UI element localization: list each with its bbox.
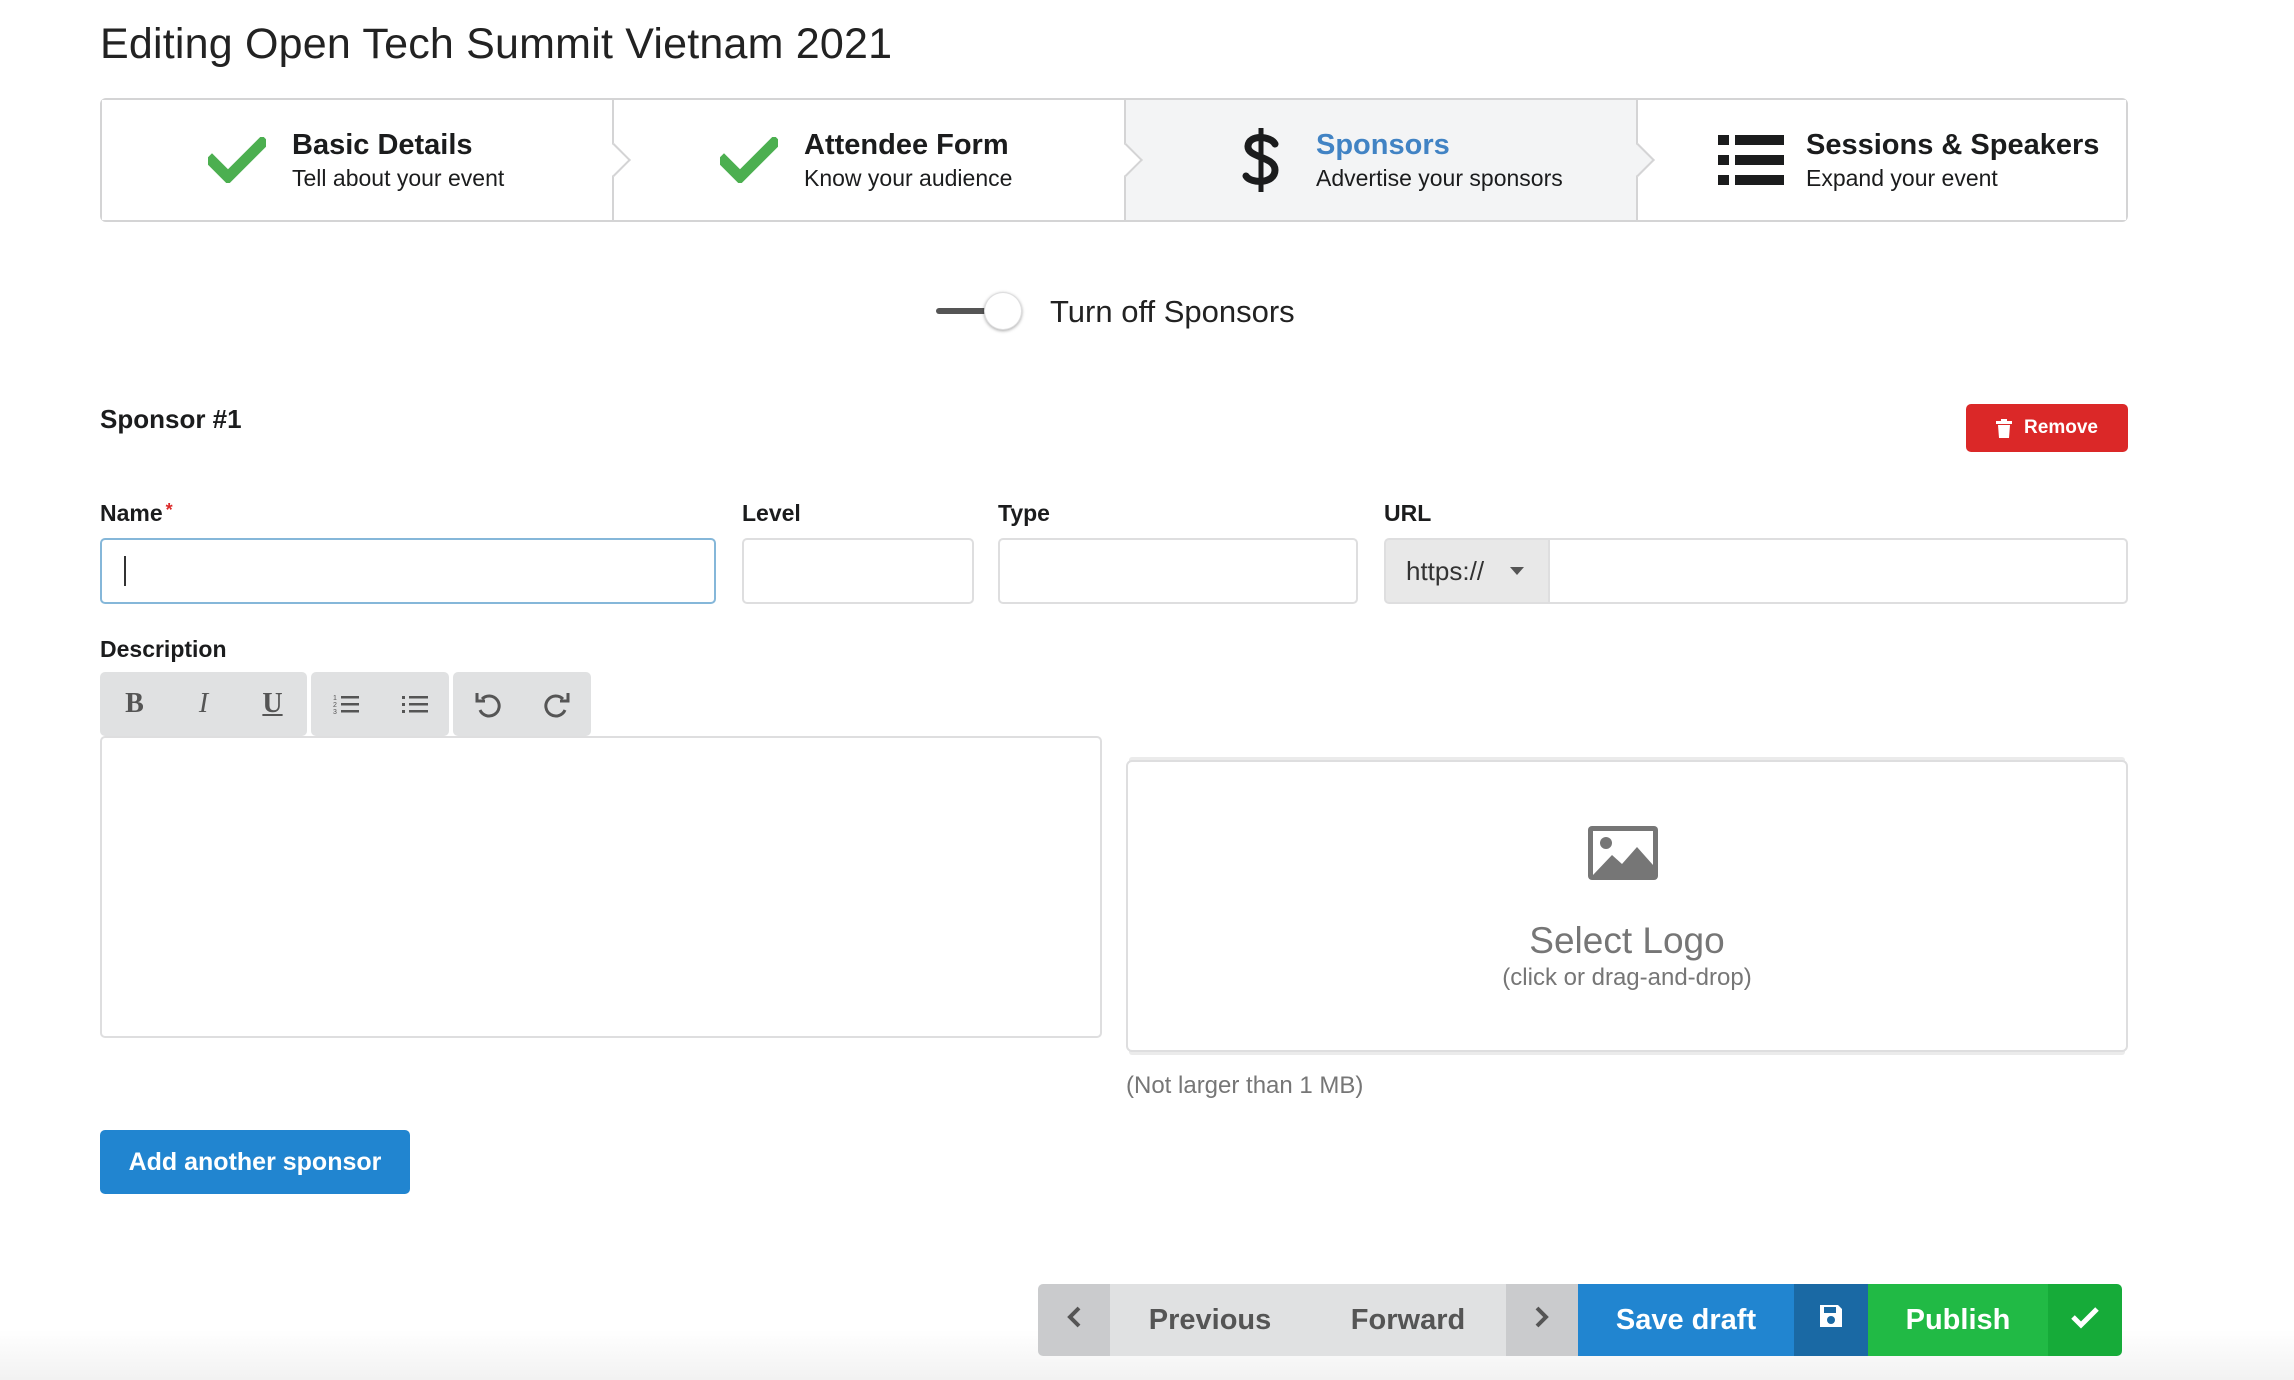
add-sponsor-button[interactable]: Add another sponsor — [100, 1130, 410, 1194]
check-icon — [714, 125, 784, 195]
step-title: Sponsors — [1316, 129, 1450, 161]
logo-size-note: (Not larger than 1 MB) — [1126, 1072, 1364, 1099]
select-logo-subtitle: (click or drag-and-drop) — [1502, 964, 1752, 991]
chevron-right-icon — [1534, 1304, 1550, 1337]
remove-sponsor-button[interactable]: Remove — [1966, 404, 2128, 452]
step-sessions-speakers[interactable]: Sessions & Speakers Expand your event — [1636, 100, 2126, 220]
save-draft-button[interactable]: Save draft — [1578, 1284, 1794, 1356]
url-label: URL — [1384, 500, 1432, 526]
redo-icon[interactable] — [522, 672, 591, 736]
type-label: Type — [998, 500, 1050, 526]
svg-text:3: 3 — [333, 709, 337, 715]
step-description: Tell about your event — [292, 165, 505, 191]
step-description: Know your audience — [804, 165, 1013, 191]
logo-dropzone[interactable]: Select Logo (click or drag-and-drop) — [1126, 760, 2128, 1052]
level-label: Level — [742, 500, 801, 526]
save-icon-button[interactable] — [1794, 1284, 1868, 1356]
publish-button[interactable]: Publish — [1868, 1284, 2048, 1356]
name-label: Name * — [100, 500, 173, 527]
bold-icon[interactable]: B — [100, 672, 169, 736]
underline-icon[interactable]: U — [238, 672, 307, 736]
step-attendee-form[interactable]: Attendee Form Know your audience — [612, 100, 1143, 220]
dollar-icon — [1226, 125, 1296, 195]
list-icon — [1716, 125, 1786, 195]
editor-toolbar: B I U 123 — [100, 672, 591, 736]
sponsors-toggle-row: Turn off Sponsors — [936, 290, 1295, 334]
sponsor-level-input[interactable] — [742, 538, 974, 604]
text-cursor — [124, 556, 126, 586]
description-label: Description — [100, 636, 227, 662]
sponsor-type-input[interactable] — [998, 538, 1358, 604]
forward-button[interactable]: Forward — [1310, 1284, 1506, 1356]
undo-icon[interactable] — [453, 672, 522, 736]
unordered-list-icon[interactable] — [380, 672, 449, 736]
step-description: Advertise your sponsors — [1316, 165, 1563, 191]
sponsor-name-input[interactable] — [100, 538, 716, 604]
previous-button[interactable]: Previous — [1110, 1284, 1310, 1356]
url-protocol-value: https:// — [1406, 555, 1485, 586]
italic-icon[interactable]: I — [169, 672, 238, 736]
format-group: B I U — [100, 672, 307, 736]
trash-icon — [1996, 418, 2013, 438]
list-group: 123 — [311, 672, 449, 736]
step-basic-details[interactable]: Basic Details Tell about your event — [102, 100, 631, 220]
remove-label: Remove — [2024, 417, 2098, 438]
forward-arrow-button[interactable] — [1506, 1284, 1578, 1356]
history-group — [453, 672, 591, 736]
required-marker: * — [165, 500, 173, 520]
save-icon — [1818, 1303, 1844, 1337]
svg-text:2: 2 — [333, 702, 337, 709]
select-logo-title: Select Logo — [1529, 920, 1725, 961]
image-icon — [1586, 824, 1660, 887]
sponsors-toggle[interactable] — [936, 290, 1024, 334]
previous-arrow-button[interactable] — [1038, 1284, 1110, 1356]
sponsor-url-input[interactable] — [1548, 538, 2128, 604]
url-protocol-dropdown[interactable]: https:// — [1384, 538, 1548, 604]
check-icon — [202, 125, 272, 195]
publish-check-button[interactable] — [2048, 1284, 2122, 1356]
chevron-left-icon — [1066, 1304, 1082, 1337]
step-progress-bar: Basic Details Tell about your event Atte… — [100, 98, 2128, 222]
ordered-list-icon[interactable]: 123 — [311, 672, 380, 736]
step-sponsors[interactable]: Sponsors Advertise your sponsors — [1124, 100, 1655, 220]
check-icon — [2070, 1304, 2100, 1337]
svg-text:1: 1 — [333, 695, 337, 702]
sponsors-toggle-label[interactable]: Turn off Sponsors — [1050, 294, 1295, 330]
step-description: Expand your event — [1806, 165, 1998, 191]
dropdown-caret-icon — [1510, 567, 1525, 575]
sponsor-heading: Sponsor #1 — [100, 404, 242, 434]
bottom-action-bar: Previous Forward Save draft Publish — [1038, 1284, 2122, 1356]
name-label-text: Name — [100, 500, 163, 526]
step-title: Attendee Form — [804, 129, 1009, 161]
step-title: Sessions & Speakers — [1806, 129, 2100, 161]
url-field-group: https:// — [1384, 538, 2128, 604]
description-editor[interactable] — [100, 736, 1102, 1038]
step-title: Basic Details — [292, 129, 473, 161]
page-title: Editing Open Tech Summit Vietnam 2021 — [100, 20, 893, 68]
